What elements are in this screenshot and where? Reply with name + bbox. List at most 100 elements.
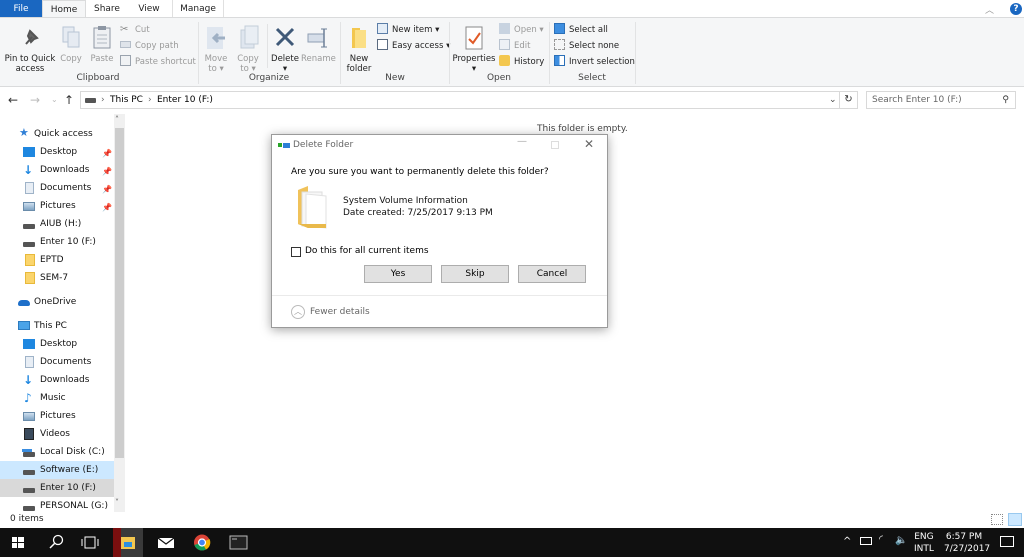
copy-path-label: Copy path xyxy=(135,41,179,51)
nav-pc-documents[interactable]: Documents xyxy=(0,353,114,371)
search-button[interactable] xyxy=(38,528,74,557)
history-button[interactable]: History xyxy=(499,55,544,69)
edit-button[interactable]: Edit xyxy=(499,39,530,53)
nav-pc-enter10-f[interactable]: Enter 10 (F:) xyxy=(0,479,114,497)
dialog-question: Are you sure you want to permanently del… xyxy=(291,167,549,177)
nav-pc-videos[interactable]: Videos xyxy=(0,425,114,443)
help-icon[interactable]: ? xyxy=(1010,3,1022,15)
active-indicator xyxy=(113,528,121,557)
collapse-ribbon-icon[interactable]: ︿ xyxy=(985,3,994,16)
nav-pc-software-e[interactable]: Software (E:) xyxy=(0,461,114,479)
breadcrumb-this-pc[interactable]: This PC xyxy=(110,92,143,108)
copy-button[interactable]: Copy xyxy=(58,24,84,64)
show-hidden-icons-icon[interactable]: ^ xyxy=(843,536,851,547)
empty-folder-text: This folder is empty. xyxy=(537,124,628,134)
select-none-button[interactable]: Select none xyxy=(554,39,619,53)
nav-label: Documents xyxy=(40,357,92,367)
properties-button[interactable]: Properties ▾ xyxy=(452,24,496,74)
terminal-taskbar-button[interactable] xyxy=(220,528,256,557)
copy-to-button[interactable]: Copy to ▾ xyxy=(233,24,263,74)
nav-quick-enter10[interactable]: Enter 10 (F:) xyxy=(0,233,114,251)
item-count: 0 items xyxy=(10,514,44,524)
wifi-icon[interactable]: ◜ xyxy=(879,534,883,545)
copy-path-button[interactable]: Copy path xyxy=(120,39,179,53)
paste-shortcut-label: Paste shortcut xyxy=(135,57,196,67)
address-dropdown-icon[interactable]: ⌄ xyxy=(829,92,837,108)
nav-pc-pictures[interactable]: Pictures xyxy=(0,407,114,425)
tab-manage[interactable]: Manage xyxy=(172,0,224,18)
action-center-icon[interactable] xyxy=(1000,536,1014,547)
nav-quick-desktop[interactable]: Desktop 📌 xyxy=(0,143,114,161)
file-explorer-taskbar-button[interactable] xyxy=(113,528,143,557)
apply-to-all-label[interactable]: Do this for all current items xyxy=(305,246,429,256)
yes-button[interactable]: Yes xyxy=(364,265,432,283)
chrome-taskbar-button[interactable] xyxy=(184,528,220,557)
nav-quick-documents[interactable]: Documents 📌 xyxy=(0,179,114,197)
paste-button[interactable]: Paste xyxy=(88,24,116,64)
up-button[interactable]: ↑ xyxy=(64,92,74,108)
nav-scrollbar-thumb[interactable] xyxy=(115,128,124,458)
fewer-details-chevron-up-icon[interactable]: ︿ xyxy=(291,305,305,319)
nav-quick-pictures[interactable]: Pictures 📌 xyxy=(0,197,114,215)
paste-shortcut-button[interactable]: Paste shortcut xyxy=(120,55,196,69)
start-button[interactable] xyxy=(0,528,36,557)
back-button[interactable]: ← xyxy=(8,92,18,108)
open-button[interactable]: Open ▾ xyxy=(499,23,544,37)
address-input[interactable]: › This PC › Enter 10 (F:) ⌄ xyxy=(80,91,840,109)
refresh-button[interactable]: ↻ xyxy=(840,91,858,109)
nav-onedrive[interactable]: OneDrive xyxy=(0,293,114,311)
breadcrumb-enter-10[interactable]: Enter 10 (F:) xyxy=(157,92,213,108)
details-view-icon[interactable] xyxy=(991,514,1003,525)
tab-share[interactable]: Share xyxy=(88,0,126,18)
cancel-button[interactable]: Cancel xyxy=(518,265,586,283)
apply-to-all-checkbox[interactable] xyxy=(291,247,301,257)
recent-locations-button[interactable]: ⌄ xyxy=(51,92,58,108)
scroll-up-icon[interactable]: ˄ xyxy=(115,115,119,124)
nav-quick-eptd[interactable]: EPTD xyxy=(0,251,114,269)
nav-quick-access[interactable]: ★ Quick access xyxy=(0,125,114,143)
mail-taskbar-button[interactable] xyxy=(148,528,184,557)
nav-this-pc[interactable]: This PC xyxy=(0,317,114,335)
tab-view[interactable]: View xyxy=(128,0,170,18)
forward-button[interactable]: → xyxy=(30,92,40,108)
delete-button[interactable]: Delete ▾ xyxy=(270,24,300,74)
documents-icon xyxy=(25,356,34,368)
group-label-clipboard: Clipboard xyxy=(76,73,120,83)
invert-selection-button[interactable]: Invert selection xyxy=(554,55,635,69)
search-input[interactable]: Search Enter 10 (F:) ⚲ xyxy=(866,91,1016,109)
new-folder-button[interactable]: New folder xyxy=(342,24,376,74)
nav-quick-sem7[interactable]: SEM-7 xyxy=(0,269,114,287)
nav-quick-aiub[interactable]: AIUB (H:) xyxy=(0,215,114,233)
volume-icon[interactable]: 🔈 xyxy=(895,535,907,546)
nav-pc-downloads[interactable]: ↓ Downloads xyxy=(0,371,114,389)
scroll-down-icon[interactable]: ˅ xyxy=(115,498,119,507)
open-label: Open xyxy=(514,25,537,35)
status-bar: 0 items xyxy=(0,512,1024,528)
task-view-icon xyxy=(81,536,99,549)
tab-file[interactable]: File xyxy=(0,0,42,18)
close-button[interactable]: ✕ xyxy=(584,137,594,151)
new-item-button[interactable]: New item ▾ xyxy=(377,23,439,37)
separator xyxy=(267,24,268,68)
item-name: System Volume Information xyxy=(343,196,468,206)
rename-button[interactable]: Rename xyxy=(301,24,336,64)
skip-button[interactable]: Skip xyxy=(441,265,509,283)
battery-icon[interactable] xyxy=(860,537,872,545)
nav-pc-desktop[interactable]: Desktop xyxy=(0,335,114,353)
nav-pc-local-disk-c[interactable]: Local Disk (C:) xyxy=(0,443,114,461)
breadcrumb-separator: › xyxy=(148,95,152,105)
input-language[interactable]: ENG INTL xyxy=(914,531,934,555)
fewer-details-link[interactable]: Fewer details xyxy=(310,307,370,317)
easy-access-button[interactable]: Easy access ▾ xyxy=(377,39,450,53)
clock[interactable]: 6:57 PM 7/27/2017 xyxy=(944,531,990,555)
large-icons-view-icon[interactable] xyxy=(1008,513,1022,526)
nav-label: Music xyxy=(40,393,66,403)
nav-quick-downloads[interactable]: ↓ Downloads 📌 xyxy=(0,161,114,179)
nav-pc-music[interactable]: ♪ Music xyxy=(0,389,114,407)
task-view-button[interactable] xyxy=(72,528,108,557)
select-all-button[interactable]: Select all xyxy=(554,23,608,37)
pin-to-quick-access-button[interactable]: Pin to Quick access xyxy=(2,24,58,74)
minimize-button[interactable]: — xyxy=(517,136,527,147)
cut-button[interactable]: ✂ Cut xyxy=(120,23,150,37)
move-to-button[interactable]: Move to ▾ xyxy=(201,24,231,74)
